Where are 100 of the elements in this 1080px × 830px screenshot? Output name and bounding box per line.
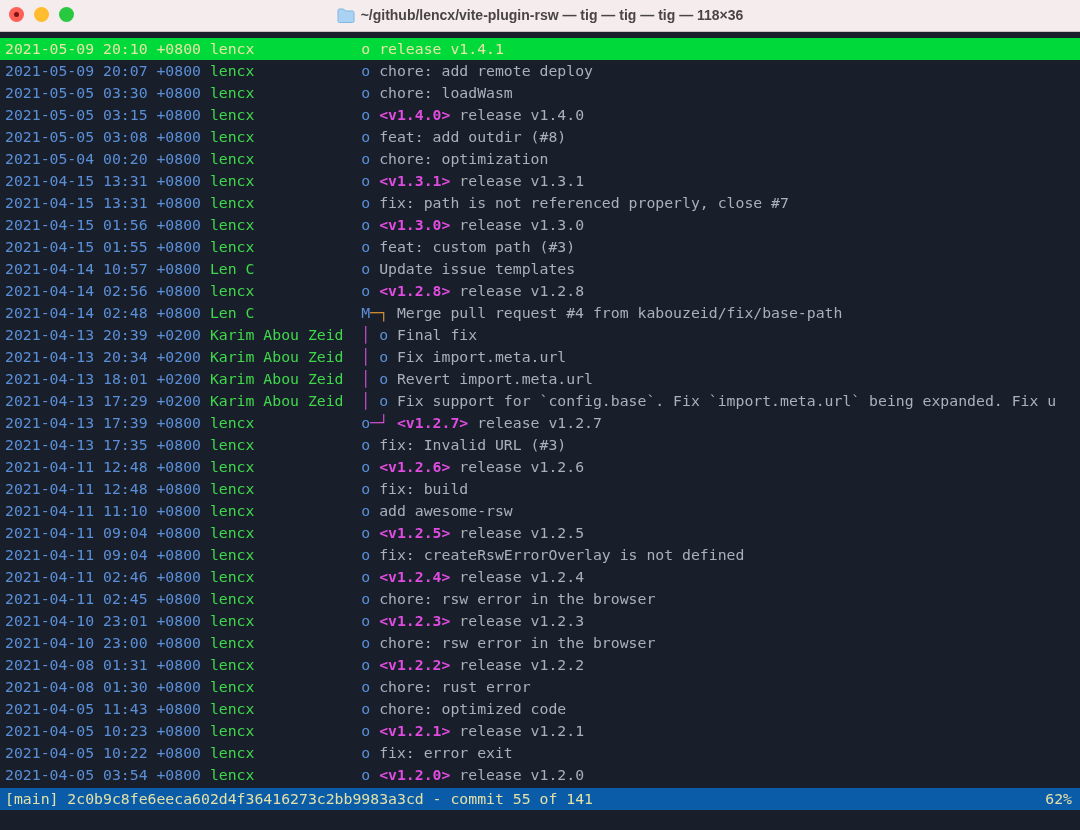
commit-message: release v1.4.1 (379, 40, 504, 57)
graph-mark: o (361, 677, 371, 697)
graph-mark: ─┐ (370, 303, 389, 324)
commit-tag: <v1.2.3> (379, 612, 451, 629)
commit-row[interactable]: 2021-04-15 13:31 +0800 lencx o <v1.3.1> release v1.3.1 (0, 170, 1080, 192)
graph-mark: o (361, 83, 371, 103)
commit-date: 2021-04-11 12:48 +0800 (5, 480, 201, 497)
commit-row[interactable]: 2021-04-11 02:46 +0800 lencx o <v1.2.4> release v1.2.4 (0, 566, 1080, 588)
commit-row[interactable]: 2021-04-11 12:48 +0800 lencx o <v1.2.6> release v1.2.6 (0, 456, 1080, 478)
commit-author: lencx (209, 172, 255, 189)
graph-mark: o (378, 347, 389, 367)
graph-mark: o (361, 721, 371, 741)
commit-author: lencx (209, 678, 255, 695)
commit-row[interactable]: 2021-04-08 01:31 +0800 lencx o <v1.2.2> release v1.2.2 (0, 654, 1080, 676)
graph-mark: o (361, 237, 371, 257)
commit-row[interactable]: 2021-04-13 17:29 +0200 Karim Abou Zeid │ o Fix support for `config.base`. Fix `import.meta.url` being expanded. Fix u (0, 390, 1080, 412)
graph-mark: o (361, 171, 371, 191)
commit-author: lencx (209, 612, 255, 629)
commit-date: 2021-04-15 01:56 +0800 (5, 216, 201, 233)
status-text: [main] 2c0b9c8fe6eeca602d4f36416273c2bb9983a3cd - commit 55 of 141 (5, 789, 593, 809)
commit-message: release v1.2.4 (459, 568, 585, 585)
commit-date: 2021-04-05 03:54 +0800 (5, 766, 201, 783)
graph-mark: ─┘ (370, 413, 389, 433)
commit-row[interactable]: 2021-04-15 01:55 +0800 lencx o feat: custom path (#3) (0, 236, 1080, 258)
graph-mark: │ (361, 391, 371, 412)
commit-message: release v1.2.5 (459, 524, 585, 541)
commit-message: feat: add outdir (#8) (379, 128, 567, 145)
commit-date: 2021-04-05 10:22 +0800 (5, 744, 201, 761)
commit-date: 2021-04-15 13:31 +0800 (5, 172, 201, 189)
commit-date: 2021-04-11 02:45 +0800 (5, 590, 201, 607)
commit-date: 2021-04-08 01:31 +0800 (5, 656, 201, 673)
commit-row[interactable]: 2021-05-09 20:07 +0800 lencx o chore: add remote deploy (0, 60, 1080, 82)
commit-row[interactable]: 2021-04-10 23:00 +0800 lencx o chore: rsw error in the browser (0, 632, 1080, 654)
graph-mark: o (361, 149, 371, 169)
commit-row[interactable]: 2021-04-13 17:39 +0800 lencx o─┘ <v1.2.7> release v1.2.7 (0, 412, 1080, 434)
commit-author: lencx (209, 700, 255, 717)
commit-author: lencx (209, 150, 255, 167)
commit-author: lencx (209, 502, 255, 519)
commit-tag: <v1.3.0> (379, 216, 451, 233)
graph-mark: o (361, 611, 371, 631)
commit-row[interactable]: 2021-04-11 09:04 +0800 lencx o <v1.2.5> release v1.2.5 (0, 522, 1080, 544)
commit-date: 2021-04-11 11:10 +0800 (5, 502, 201, 519)
commit-row[interactable]: 2021-05-05 03:08 +0800 lencx o feat: add outdir (#8) (0, 126, 1080, 148)
commit-row[interactable]: 2021-04-14 10:57 +0800 Len C o Update issue templates (0, 258, 1080, 280)
commit-row[interactable]: 2021-04-13 18:01 +0200 Karim Abou Zeid │ o Revert import.meta.url (0, 368, 1080, 390)
commit-author: lencx (209, 128, 255, 145)
commit-author: lencx (209, 216, 255, 233)
commit-date: 2021-04-05 10:23 +0800 (5, 722, 201, 739)
commit-row[interactable]: 2021-04-11 12:48 +0800 lencx o fix: build (0, 478, 1080, 500)
commit-row[interactable]: 2021-04-10 23:01 +0800 lencx o <v1.2.3> release v1.2.3 (0, 610, 1080, 632)
commit-row[interactable]: 2021-04-15 13:31 +0800 lencx o fix: path is not referenced properly, close #7 (0, 192, 1080, 214)
commit-message: release v1.3.1 (459, 172, 585, 189)
graph-mark: o (361, 589, 371, 609)
commit-tag: <v1.3.1> (379, 172, 451, 189)
commit-message: fix: error exit (379, 744, 513, 761)
commit-author: lencx (209, 546, 255, 563)
commit-message: chore: loadWasm (379, 84, 513, 101)
commit-author: Len C (209, 260, 255, 277)
commit-row[interactable]: 2021-05-05 03:30 +0800 lencx o chore: loadWasm (0, 82, 1080, 104)
commit-message: fix: Invalid URL (#3) (379, 436, 567, 453)
graph-mark: o (361, 457, 371, 477)
commit-row[interactable]: 2021-04-14 02:48 +0800 Len C M─┐ Merge pull request #4 from kabouzeid/fix/base-path (0, 302, 1080, 324)
commit-date: 2021-04-08 01:30 +0800 (5, 678, 201, 695)
commit-date: 2021-04-11 09:04 +0800 (5, 546, 201, 563)
minimize-button[interactable] (34, 7, 49, 22)
graph-mark: o (361, 501, 371, 521)
commit-message: fix: path is not referenced properly, close #7 (379, 194, 789, 211)
commit-tag: <v1.4.0> (379, 106, 451, 123)
commit-message: release v1.2.1 (459, 722, 585, 739)
commit-message: Final fix (396, 326, 478, 343)
commit-date: 2021-04-13 20:39 +0200 (5, 326, 201, 343)
commit-row[interactable]: 2021-05-04 00:20 +0800 lencx o chore: optimization (0, 148, 1080, 170)
graph-mark: o (361, 413, 371, 433)
commit-row[interactable]: 2021-04-14 02:56 +0800 lencx o <v1.2.8> release v1.2.8 (0, 280, 1080, 302)
commit-date: 2021-05-04 00:20 +0800 (5, 150, 201, 167)
commit-row[interactable]: 2021-05-05 03:15 +0800 lencx o <v1.4.0> release v1.4.0 (0, 104, 1080, 126)
commit-author: Len C (209, 304, 255, 321)
commit-author: lencx (209, 84, 255, 101)
commit-row[interactable]: 2021-04-13 17:35 +0800 lencx o fix: Invalid URL (#3) (0, 434, 1080, 456)
commit-row[interactable]: 2021-04-05 11:43 +0800 lencx o chore: optimized code (0, 698, 1080, 720)
commit-row[interactable]: 2021-04-08 01:30 +0800 lencx o chore: rust error (0, 676, 1080, 698)
commit-row[interactable]: 2021-04-05 10:22 +0800 lencx o fix: error exit (0, 742, 1080, 764)
graph-mark: o (361, 765, 371, 785)
commit-row[interactable]: 2021-04-13 20:34 +0200 Karim Abou Zeid │ o Fix import.meta.url (0, 346, 1080, 368)
commit-row[interactable]: 2021-04-05 03:54 +0800 lencx o <v1.2.0> release v1.2.0 (0, 764, 1080, 786)
commit-author: lencx (209, 436, 255, 453)
commit-row[interactable]: 2021-04-11 11:10 +0800 lencx o add awesome-rsw (0, 500, 1080, 522)
commit-row[interactable]: 2021-04-05 10:23 +0800 lencx o <v1.2.1> release v1.2.1 (0, 720, 1080, 742)
zoom-button[interactable] (59, 7, 74, 22)
commit-date: 2021-04-10 23:01 +0800 (5, 612, 201, 629)
graph-mark: o (361, 633, 371, 653)
commit-row[interactable]: 2021-04-15 01:56 +0800 lencx o <v1.3.0> release v1.3.0 (0, 214, 1080, 236)
commit-date: 2021-05-05 03:30 +0800 (5, 84, 201, 101)
graph-mark: M (361, 303, 371, 321)
commit-row[interactable]: 2021-04-11 02:45 +0800 lencx o chore: rsw error in the browser (0, 588, 1080, 610)
commit-message: Merge pull request #4 from kabouzeid/fix/base-path (396, 304, 843, 321)
graph-mark: o (361, 281, 371, 301)
commit-row[interactable]: 2021-04-11 09:04 +0800 lencx o fix: createRswErrorOverlay is not defined (0, 544, 1080, 566)
close-button[interactable] (9, 7, 24, 22)
commit-row[interactable]: 2021-04-13 20:39 +0200 Karim Abou Zeid │ o Final fix (0, 324, 1080, 346)
